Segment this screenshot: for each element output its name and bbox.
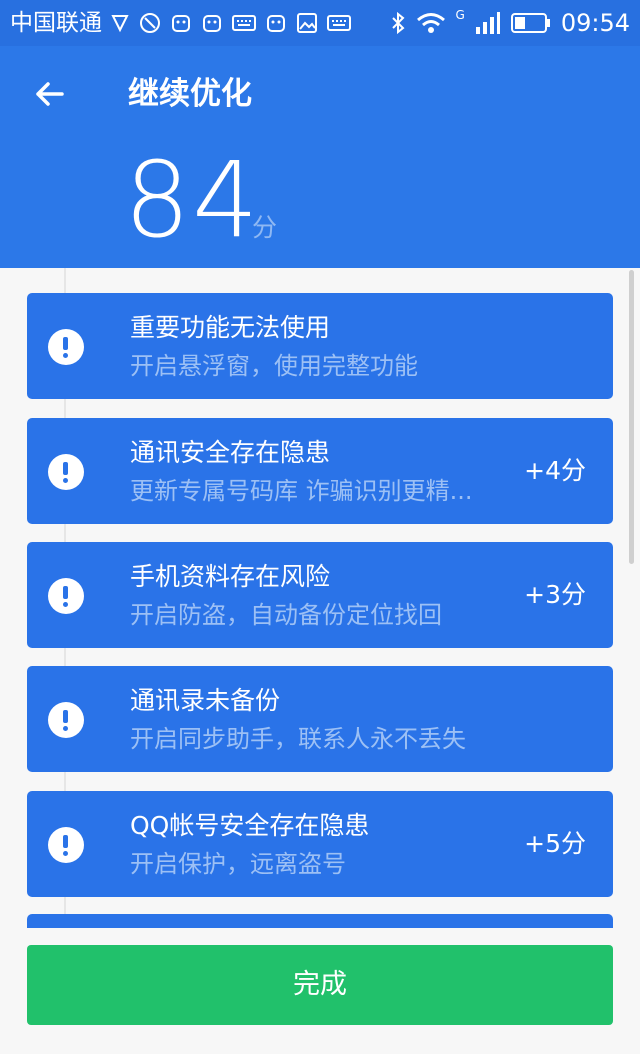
issue-title: 手机资料存在风险 bbox=[130, 562, 331, 591]
issue-subtitle: 更新专属号码库 诈骗识别更精... bbox=[130, 477, 473, 505]
issue-subtitle: 开启防盗，自动备份定位找回 bbox=[130, 601, 442, 629]
keyboard-icon bbox=[327, 15, 351, 31]
status-bar: 中国联通 G 09:54 bbox=[0, 0, 640, 46]
system-icons: G 09:54 bbox=[390, 8, 630, 38]
issue-title: 通讯安全存在隐患 bbox=[130, 438, 331, 467]
issue-card[interactable]: QQ帐号安全存在隐患 开启保护，远离盗号 +5分 bbox=[27, 791, 613, 897]
signal-icon bbox=[475, 12, 500, 34]
bluetooth-icon bbox=[391, 11, 405, 35]
vpn-icon bbox=[111, 15, 129, 33]
done-button[interactable]: 完成 bbox=[27, 945, 613, 1025]
scrollbar[interactable] bbox=[629, 270, 634, 564]
back-button[interactable] bbox=[28, 72, 72, 116]
issue-subtitle: 开启同步助手，联系人永不丢失 bbox=[130, 725, 466, 753]
issue-list[interactable]: 重要功能无法使用 开启悬浮窗，使用完整功能 通讯安全存在隐患 更新专属号码库 诈… bbox=[0, 268, 640, 928]
issue-title: 重要功能无法使用 bbox=[130, 313, 331, 342]
issue-card[interactable]: 重要功能无法使用 开启悬浮窗，使用完整功能 bbox=[27, 293, 613, 399]
issue-title: QQ帐号安全存在隐患 bbox=[130, 811, 370, 840]
issue-card-partial[interactable] bbox=[27, 914, 613, 928]
battery-icon bbox=[510, 13, 550, 33]
exclamation-icon bbox=[48, 702, 84, 738]
exclamation-icon bbox=[48, 329, 84, 365]
score-unit: 分 bbox=[252, 213, 278, 242]
score-value: 84 bbox=[124, 139, 261, 261]
clock: 09:54 bbox=[560, 9, 630, 37]
image-icon bbox=[297, 13, 317, 33]
exclamation-icon bbox=[48, 827, 84, 863]
android-icon bbox=[203, 15, 221, 32]
wifi-icon bbox=[416, 13, 445, 33]
issue-subtitle: 开启悬浮窗，使用完整功能 bbox=[130, 352, 418, 380]
keyboard-icon bbox=[232, 15, 256, 31]
issue-subtitle: 开启保护，远离盗号 bbox=[130, 850, 346, 878]
page-title: 继续优化 bbox=[128, 76, 252, 112]
issue-score: +4分 bbox=[524, 456, 586, 485]
app-notification-icon bbox=[140, 13, 160, 33]
issue-card[interactable]: 手机资料存在风险 开启防盗，自动备份定位找回 +3分 bbox=[27, 542, 613, 648]
issue-score: +3分 bbox=[524, 580, 586, 609]
arrow-left-icon bbox=[36, 82, 64, 106]
issue-title: 通讯录未备份 bbox=[130, 686, 281, 715]
issue-card[interactable]: 通讯安全存在隐患 更新专属号码库 诈骗识别更精... +4分 bbox=[27, 418, 613, 524]
issue-card[interactable]: 通讯录未备份 开启同步助手，联系人永不丢失 bbox=[27, 666, 613, 772]
exclamation-icon bbox=[48, 578, 84, 614]
notification-icons bbox=[110, 10, 351, 36]
network-type: G bbox=[455, 8, 465, 22]
android-icon bbox=[172, 15, 190, 32]
carrier-name: 中国联通 bbox=[10, 10, 102, 36]
android-icon bbox=[267, 15, 285, 32]
issue-score: +5分 bbox=[524, 829, 586, 858]
exclamation-icon bbox=[48, 454, 84, 490]
